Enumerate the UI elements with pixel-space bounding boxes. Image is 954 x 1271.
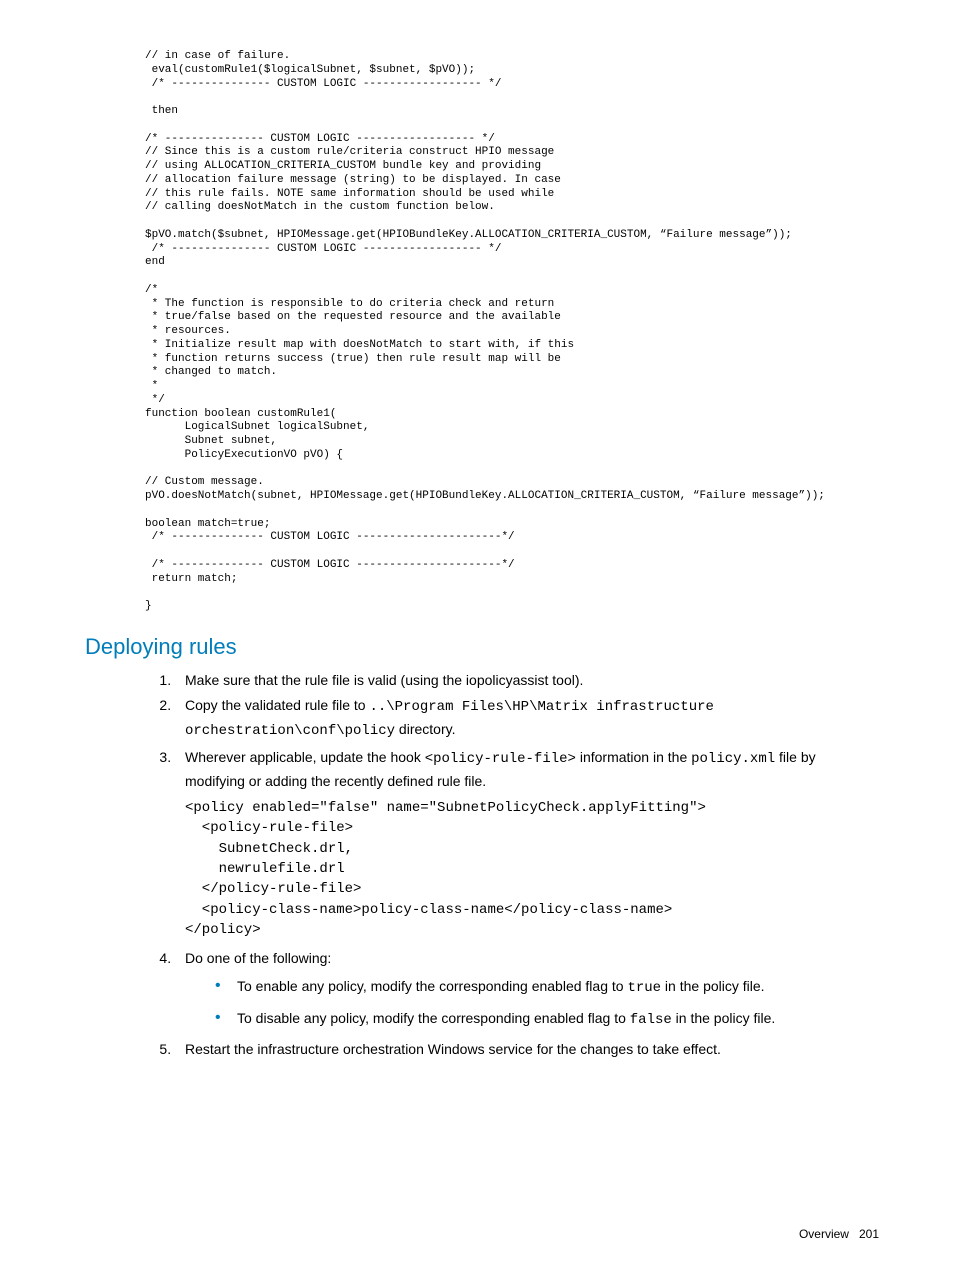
step-3-pre: Wherever applicable, update the hook <box>185 749 425 765</box>
step-4-enable-post: in the policy file. <box>661 978 765 994</box>
step-1: Make sure that the rule file is valid (u… <box>175 670 879 692</box>
code-block-rules: // in case of failure. eval(customRule1(… <box>145 50 879 614</box>
step-2: Copy the validated rule file to ..\Progr… <box>175 695 879 742</box>
step-4-disable-code: false <box>630 1012 672 1028</box>
step-3-file: policy.xml <box>691 751 775 767</box>
step-4-disable: To disable any policy, modify the corres… <box>215 1008 879 1032</box>
heading-deploying-rules: Deploying rules <box>85 634 879 660</box>
deploy-steps-list: Make sure that the rule file is valid (u… <box>145 670 879 1061</box>
footer-page-number: 201 <box>859 1227 879 1241</box>
step-4-enable: To enable any policy, modify the corresp… <box>215 976 879 1000</box>
step-5-text: Restart the infrastructure orchestration… <box>185 1041 721 1057</box>
step-5: Restart the infrastructure orchestration… <box>175 1039 879 1061</box>
step-4-intro: Do one of the following: <box>185 950 331 966</box>
step-3: Wherever applicable, update the hook <po… <box>175 747 879 940</box>
step-4-disable-pre: To disable any policy, modify the corres… <box>237 1010 630 1026</box>
step-4-enable-code: true <box>627 980 661 996</box>
footer-section-label: Overview <box>799 1227 849 1241</box>
step-2-post: directory. <box>395 721 455 737</box>
step-3-mid: information in the <box>576 749 691 765</box>
step-4-enable-pre: To enable any policy, modify the corresp… <box>237 978 627 994</box>
step-4: Do one of the following: To enable any p… <box>175 948 879 1031</box>
step-3-hook: <policy-rule-file> <box>425 751 576 767</box>
step-3-xml-block: <policy enabled="false" name="SubnetPoli… <box>185 798 879 940</box>
step-4-disable-post: in the policy file. <box>672 1010 776 1026</box>
step-4-options: To enable any policy, modify the corresp… <box>215 976 879 1031</box>
document-page: // in case of failure. eval(customRule1(… <box>0 0 954 1271</box>
step-2-pre: Copy the validated rule file to <box>185 697 369 713</box>
step-1-text: Make sure that the rule file is valid (u… <box>185 672 583 688</box>
page-footer: Overview 201 <box>799 1227 879 1241</box>
